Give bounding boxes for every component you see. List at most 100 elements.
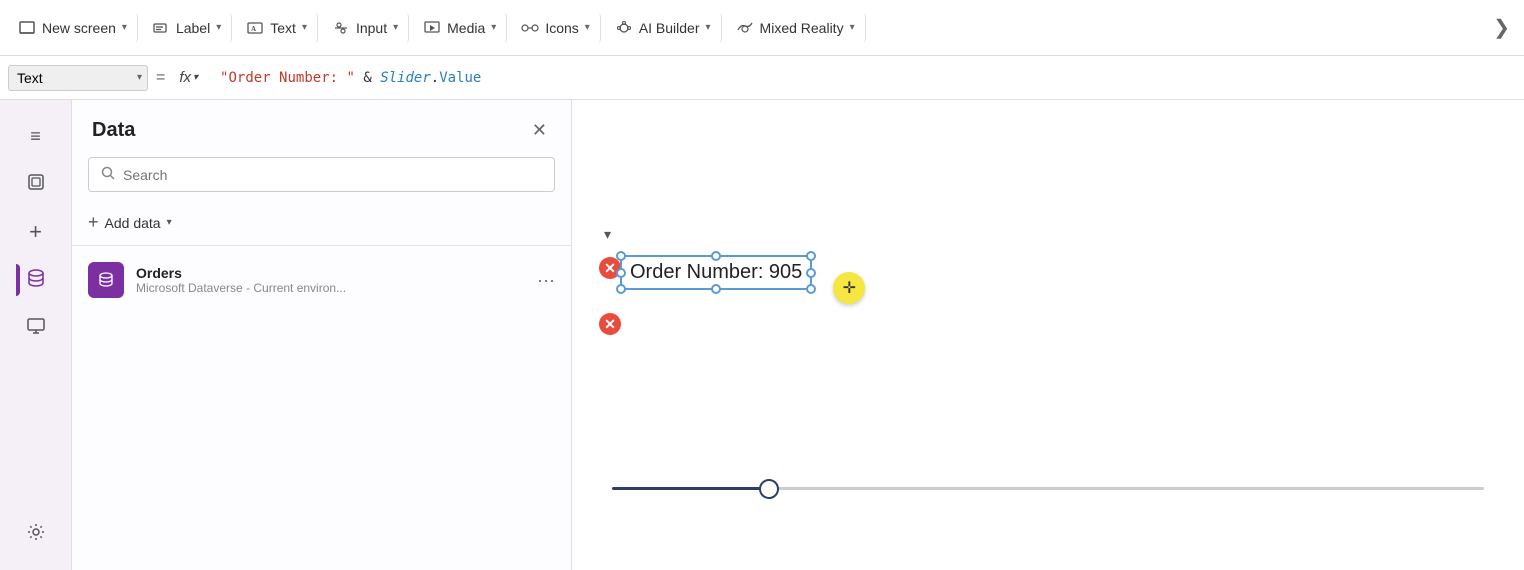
data-item-more-orders[interactable]: ··· bbox=[537, 270, 555, 291]
label-label: Label bbox=[176, 20, 210, 36]
formula-string-part: "Order Number: " bbox=[220, 70, 355, 86]
add-data-plus-icon: + bbox=[88, 212, 99, 233]
handle-bl[interactable] bbox=[616, 284, 626, 294]
slider-thumb[interactable] bbox=[759, 479, 779, 499]
canvas-surface[interactable]: ✕ Order Number: 905 ✛ bbox=[572, 100, 1524, 570]
input-chevron: ▾ bbox=[393, 22, 398, 33]
sidebar-item-monitor[interactable] bbox=[16, 308, 56, 348]
sidebar-item-settings[interactable] bbox=[16, 514, 56, 554]
formula-value-part: Value bbox=[439, 70, 481, 86]
mixed-reality-button[interactable]: Mixed Reality ▾ bbox=[726, 13, 866, 43]
search-input[interactable] bbox=[123, 167, 542, 183]
handle-tr[interactable] bbox=[806, 251, 816, 261]
text-label: Text bbox=[270, 20, 296, 36]
new-screen-button[interactable]: New screen ▾ bbox=[8, 13, 138, 43]
canvas-area[interactable]: ✕ Order Number: 905 ✛ bbox=[572, 100, 1524, 570]
add-data-button[interactable]: + Add data ▾ bbox=[72, 204, 571, 241]
new-screen-icon bbox=[18, 19, 36, 37]
data-item-name-orders: Orders bbox=[136, 265, 525, 281]
search-icon bbox=[101, 166, 115, 183]
data-item-info-orders: Orders Microsoft Dataverse - Current env… bbox=[136, 265, 525, 295]
canvas-slider[interactable] bbox=[612, 487, 1484, 490]
data-item-icon-orders bbox=[88, 262, 124, 298]
formula-property-part: Slider bbox=[380, 70, 431, 86]
delete-icon-2: ✕ bbox=[604, 316, 616, 333]
fx-label: fx bbox=[179, 69, 191, 86]
delete-icon-1: ✕ bbox=[604, 260, 616, 277]
sidebar-item-menu[interactable]: ≡ bbox=[16, 116, 56, 156]
formula-expression[interactable]: "Order Number: " & Slider.Value bbox=[212, 66, 1516, 90]
sidebar-item-add[interactable]: + bbox=[16, 212, 56, 252]
input-label: Input bbox=[356, 20, 387, 36]
canvas-text-element[interactable]: Order Number: 905 ✛ bbox=[620, 255, 812, 290]
mixed-reality-chevron: ▾ bbox=[850, 22, 855, 33]
handle-tm[interactable] bbox=[711, 251, 721, 261]
sidebar-item-data[interactable] bbox=[16, 260, 56, 300]
monitor-icon bbox=[26, 316, 46, 341]
main-content: ≡ + bbox=[0, 100, 1524, 570]
move-cursor-icon: ✛ bbox=[833, 272, 865, 304]
ai-builder-icon bbox=[615, 19, 633, 37]
media-chevron: ▾ bbox=[491, 22, 496, 33]
delete-badge-2[interactable]: ✕ bbox=[599, 313, 621, 335]
label-button[interactable]: Label ▾ bbox=[142, 13, 232, 43]
label-chevron: ▾ bbox=[216, 22, 221, 33]
canvas-text-content: Order Number: 905 bbox=[630, 261, 802, 283]
data-panel: Data ✕ + Add data ▾ bbox=[72, 100, 572, 570]
icons-label: Icons bbox=[545, 20, 578, 36]
data-panel-search bbox=[72, 157, 571, 204]
svg-text:A: A bbox=[251, 25, 256, 33]
add-icon: + bbox=[29, 219, 42, 245]
media-button[interactable]: Media ▾ bbox=[413, 13, 507, 43]
add-data-chevron: ▾ bbox=[167, 217, 172, 228]
mixed-reality-icon bbox=[736, 19, 754, 37]
equals-sign: = bbox=[156, 69, 165, 87]
input-icon bbox=[332, 19, 350, 37]
text-icon: A bbox=[246, 19, 264, 37]
icons-chevron: ▾ bbox=[585, 22, 590, 33]
label-icon bbox=[152, 19, 170, 37]
formula-bar: Text ▾ = fx ▾ "Order Number: " & Slider.… bbox=[0, 56, 1524, 100]
icons-button[interactable]: Icons ▾ bbox=[511, 13, 601, 43]
database-icon bbox=[26, 268, 46, 293]
new-screen-chevron: ▾ bbox=[122, 22, 127, 33]
toolbar-more-button[interactable]: ❯ bbox=[1487, 9, 1516, 46]
sidebar-icons: ≡ + bbox=[0, 100, 72, 570]
data-panel-title: Data bbox=[92, 119, 135, 142]
ai-builder-label: AI Builder bbox=[639, 20, 700, 36]
mixed-reality-label: Mixed Reality bbox=[760, 20, 844, 36]
data-panel-close-button[interactable]: ✕ bbox=[528, 116, 551, 145]
icons-icon bbox=[521, 19, 539, 37]
media-label: Media bbox=[447, 20, 485, 36]
handle-mr[interactable] bbox=[806, 268, 816, 278]
fx-chevron: ▾ bbox=[193, 72, 198, 83]
add-data-label: Add data bbox=[105, 215, 161, 231]
dropdown-chevron-badge[interactable]: ▾ bbox=[604, 226, 611, 243]
menu-icon: ≡ bbox=[30, 126, 41, 147]
handle-br[interactable] bbox=[806, 284, 816, 294]
ai-builder-button[interactable]: AI Builder ▾ bbox=[605, 13, 722, 43]
input-button[interactable]: Input ▾ bbox=[322, 13, 409, 43]
fx-button[interactable]: fx ▾ bbox=[173, 67, 204, 88]
main-toolbar: New screen ▾ Label ▾ A Text ▾ bbox=[0, 0, 1524, 56]
media-icon bbox=[423, 19, 441, 37]
data-item-subtitle-orders: Microsoft Dataverse - Current environ... bbox=[136, 281, 525, 295]
property-selector[interactable]: Text ▾ bbox=[8, 65, 148, 91]
text-button[interactable]: A Text ▾ bbox=[236, 13, 318, 43]
text-chevron: ▾ bbox=[302, 22, 307, 33]
handle-ml[interactable] bbox=[616, 268, 626, 278]
property-dropdown[interactable]: Text bbox=[8, 65, 148, 91]
data-panel-header: Data ✕ bbox=[72, 100, 571, 157]
ai-builder-chevron: ▾ bbox=[706, 22, 711, 33]
slider-track[interactable] bbox=[612, 487, 1484, 490]
handle-bm[interactable] bbox=[711, 284, 721, 294]
data-divider bbox=[72, 245, 571, 246]
sidebar-item-layers[interactable] bbox=[16, 164, 56, 204]
data-item-orders: Orders Microsoft Dataverse - Current env… bbox=[72, 250, 571, 310]
new-screen-label: New screen bbox=[42, 20, 116, 36]
search-wrapper bbox=[88, 157, 555, 192]
formula-amp: & bbox=[363, 70, 380, 86]
layers-icon bbox=[26, 172, 46, 197]
settings-icon bbox=[26, 522, 46, 547]
handle-tl[interactable] bbox=[616, 251, 626, 261]
